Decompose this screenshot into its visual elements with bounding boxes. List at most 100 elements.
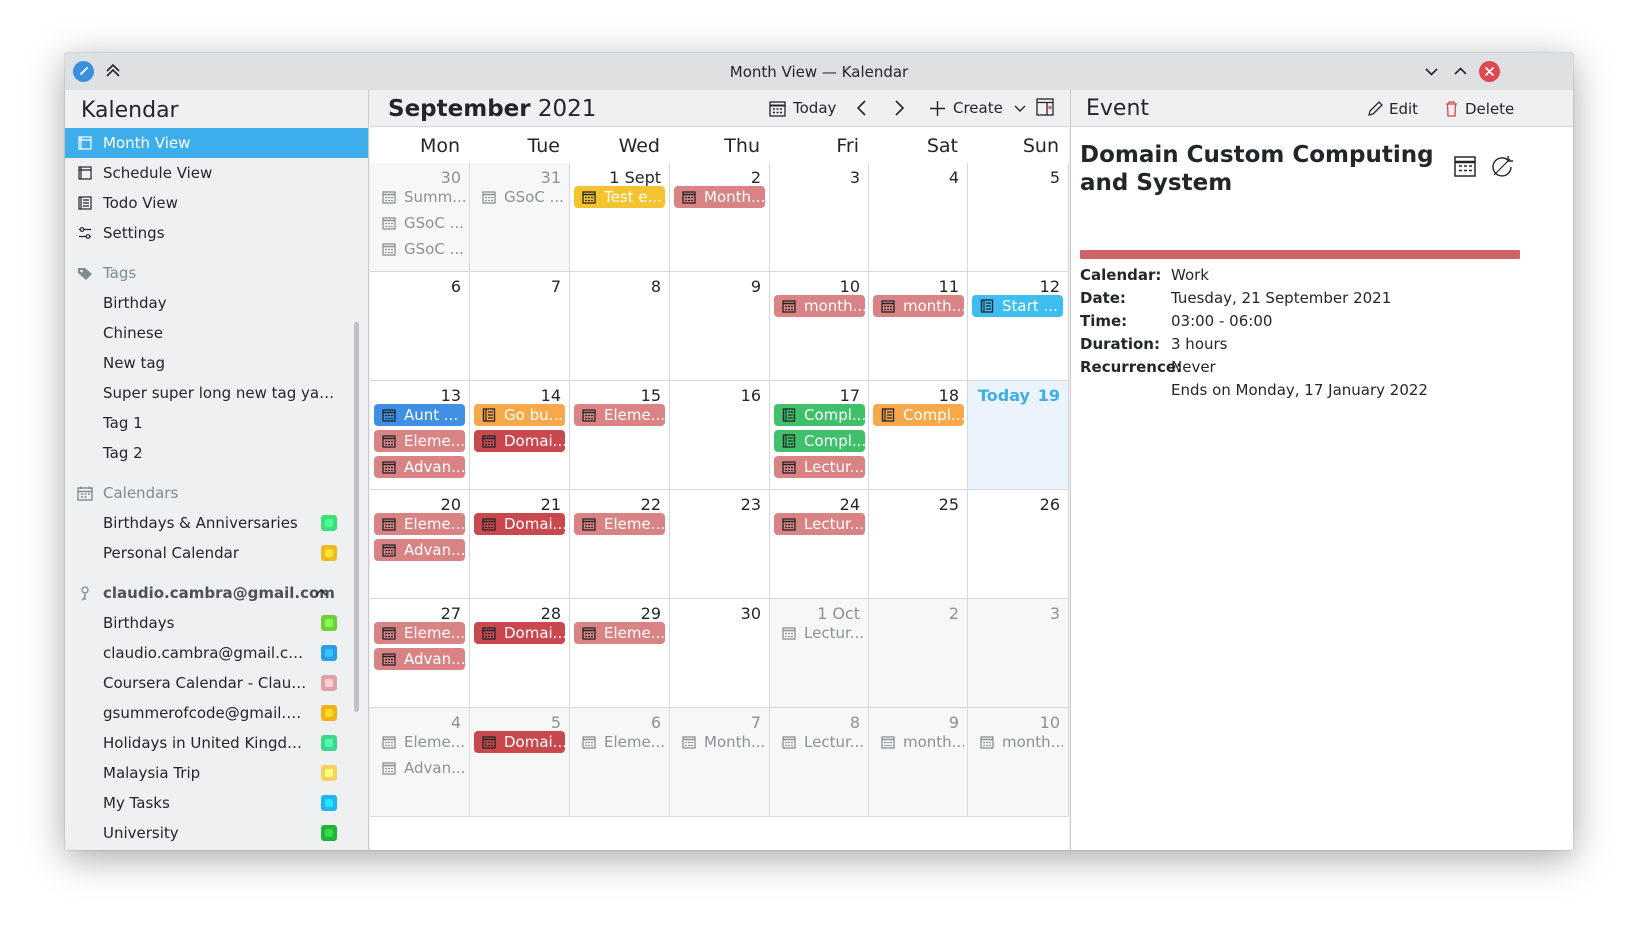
event-item[interactable]: Domai... <box>474 513 565 535</box>
day-cell[interactable]: 9 <box>670 272 770 381</box>
tag-item[interactable]: Tag 2 <box>65 438 335 468</box>
day-cell[interactable]: 3 <box>770 163 869 272</box>
day-cell[interactable]: 5 <box>968 163 1069 272</box>
day-cell[interactable]: 18 Compl... <box>869 381 968 490</box>
calendar-color-swatch[interactable] <box>321 675 337 691</box>
calendar-item[interactable]: Birthdays & Anniversaries <box>65 508 355 538</box>
event-item[interactable]: Advan... <box>374 757 465 779</box>
maximize-icon[interactable] <box>1450 61 1471 82</box>
day-cell[interactable]: 23 <box>670 490 770 599</box>
calendar-color-swatch[interactable] <box>321 545 337 561</box>
calendar-item[interactable]: University <box>65 818 355 848</box>
day-cell[interactable]: 1 Oct Lectur... <box>770 599 869 708</box>
todo-item[interactable]: Start ... <box>972 295 1063 317</box>
previous-month-icon[interactable] <box>855 98 869 118</box>
calendar-color-swatch[interactable] <box>321 705 337 721</box>
event-item[interactable]: Lectur... <box>774 513 865 535</box>
event-item[interactable]: Eleme... <box>574 513 665 535</box>
sidebar-item-todo-view[interactable]: Todo View <box>65 188 368 218</box>
day-cell[interactable]: 7 <box>470 272 570 381</box>
day-cell[interactable]: 22 Eleme... <box>570 490 670 599</box>
tag-item[interactable]: Chinese <box>65 318 335 348</box>
day-cell[interactable]: 30 <box>670 599 770 708</box>
event-item[interactable]: Advan... <box>374 648 465 670</box>
sidebar-item-month-view[interactable]: Month View <box>65 128 368 158</box>
event-item[interactable]: month... <box>873 731 964 753</box>
day-cell[interactable]: 21 Domai... <box>470 490 570 599</box>
create-dropdown-icon[interactable] <box>1014 98 1026 118</box>
account-header[interactable]: claudio.cambra@gmail.com <box>65 578 368 608</box>
day-cell[interactable]: 27 Eleme... Advan... <box>370 599 470 708</box>
next-month-icon[interactable] <box>892 98 906 118</box>
day-cell[interactable]: 29 Eleme... <box>570 599 670 708</box>
todo-item[interactable]: Compl... <box>873 404 964 426</box>
event-item[interactable]: month... <box>774 295 865 317</box>
delete-button[interactable]: Delete <box>1443 99 1514 119</box>
event-item[interactable]: Advan... <box>374 539 465 561</box>
event-item[interactable]: Domai... <box>474 622 565 644</box>
day-cell[interactable]: 1 Sept Test e... <box>570 163 670 272</box>
today-button[interactable]: Today <box>769 98 836 120</box>
calendar-item[interactable]: gsummerofcode@gmail.com <box>65 698 355 728</box>
event-item[interactable]: GSoC ... <box>374 238 465 260</box>
day-cell[interactable]: 16 <box>670 381 770 490</box>
event-item[interactable]: Eleme... <box>374 430 465 452</box>
event-item[interactable]: Test e... <box>574 186 665 208</box>
calendar-color-swatch[interactable] <box>321 515 337 531</box>
tag-item[interactable]: Tag 1 <box>65 408 335 438</box>
create-button[interactable]: Create <box>929 98 1003 120</box>
event-item[interactable]: Advan... <box>374 456 465 478</box>
day-cell[interactable]: 5 Domai... <box>470 708 570 817</box>
calendar-item[interactable]: Holidays in United Kingdom <box>65 728 355 758</box>
day-cell[interactable]: 10 month... <box>968 708 1069 817</box>
calendar-item[interactable]: My Tasks <box>65 788 355 818</box>
tag-item[interactable]: New tag <box>65 348 335 378</box>
event-item[interactable]: month... <box>873 295 964 317</box>
day-cell[interactable]: 11 month... <box>869 272 968 381</box>
event-item[interactable]: Eleme... <box>574 404 665 426</box>
day-cell[interactable]: 30 Summ... GSoC ... GSoC ... <box>370 163 470 272</box>
day-cell[interactable]: 28 Domai... <box>470 599 570 708</box>
day-cell[interactable]: 26 <box>968 490 1069 599</box>
day-cell[interactable]: 13 Aunt ... Eleme... Advan... <box>370 381 470 490</box>
day-cell[interactable]: 2 <box>869 599 968 708</box>
day-cell[interactable]: 4 <box>869 163 968 272</box>
sidebar-item-schedule-view[interactable]: Schedule View <box>65 158 368 188</box>
calendar-item[interactable]: claudio.cambra@gmail.com <box>65 638 355 668</box>
day-cell[interactable]: 10 month... <box>770 272 869 381</box>
event-item[interactable]: month... <box>972 731 1063 753</box>
tag-item[interactable]: Super super long new tag yaaa... <box>65 378 335 408</box>
day-cell[interactable]: 15 Eleme... <box>570 381 670 490</box>
minimize-icon[interactable] <box>1421 61 1442 82</box>
event-item[interactable]: Eleme... <box>374 513 465 535</box>
todo-item[interactable]: Compl... <box>774 404 865 426</box>
calendar-color-swatch[interactable] <box>321 825 337 841</box>
calendar-color-swatch[interactable] <box>321 615 337 631</box>
calendar-item[interactable]: Coursera Calendar - Claudi... <box>65 668 355 698</box>
edit-button[interactable]: Edit <box>1367 99 1418 119</box>
day-cell[interactable]: 20 Eleme... Advan... <box>370 490 470 599</box>
day-cell[interactable]: 25 <box>869 490 968 599</box>
day-cell[interactable]: 31 GSoC ... <box>470 163 570 272</box>
day-cell[interactable]: Today 19 <box>968 381 1069 490</box>
tag-item[interactable]: Birthday <box>65 288 335 318</box>
day-cell[interactable]: 3 <box>968 599 1069 708</box>
day-cell[interactable]: 9 month... <box>869 708 968 817</box>
calendar-color-swatch[interactable] <box>321 765 337 781</box>
event-item[interactable]: Aunt ... <box>374 404 465 426</box>
event-item[interactable]: Eleme... <box>574 731 665 753</box>
calendar-color-swatch[interactable] <box>321 645 337 661</box>
day-cell[interactable]: 24 Lectur... <box>770 490 869 599</box>
event-item[interactable]: Domai... <box>474 430 565 452</box>
event-item[interactable]: Lectur... <box>774 456 865 478</box>
calendar-item[interactable]: Birthdays <box>65 608 355 638</box>
calendar-item[interactable]: Malaysia Trip <box>65 758 355 788</box>
event-item[interactable]: Domai... <box>474 731 565 753</box>
calendar-color-swatch[interactable] <box>321 795 337 811</box>
day-cell[interactable]: 2 Month... <box>670 163 770 272</box>
event-item[interactable]: Month... <box>674 186 765 208</box>
day-cell[interactable]: 12 Start ... <box>968 272 1069 381</box>
sidebar-item-settings[interactable]: Settings <box>65 218 368 248</box>
day-cell[interactable]: 8 <box>570 272 670 381</box>
day-cell[interactable]: 6 <box>370 272 470 381</box>
